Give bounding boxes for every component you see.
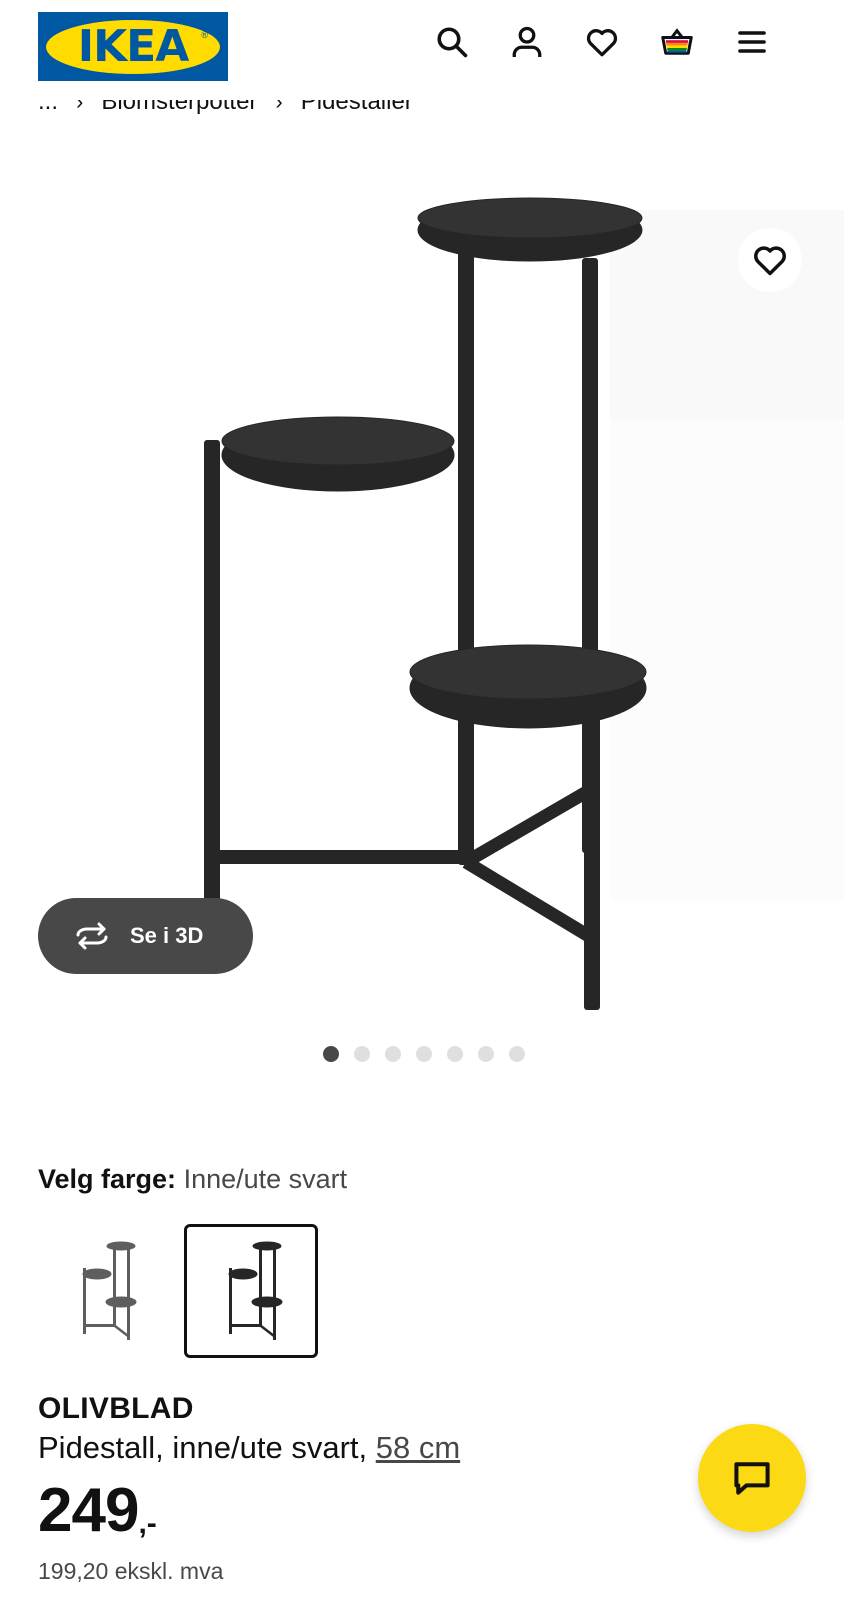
product-image <box>204 197 844 1010</box>
gallery-dot-7[interactable] <box>509 1046 525 1062</box>
product-size-link[interactable]: 58 cm <box>376 1430 460 1465</box>
price-excl-vat: 199,20 ekskl. mva <box>38 1558 224 1584</box>
product-name: OLIVBLAD <box>38 1392 194 1425</box>
gallery-dot-6[interactable] <box>478 1046 494 1062</box>
color-swatch-grey[interactable] <box>38 1224 172 1358</box>
swatch-thumbnail-black <box>228 1241 283 1340</box>
chat-button[interactable] <box>698 1424 806 1532</box>
account-icon[interactable] <box>507 22 547 62</box>
wishlist-heart-icon[interactable] <box>582 22 622 62</box>
color-swatch-black[interactable] <box>184 1224 318 1358</box>
chat-bubble-icon <box>734 1462 770 1495</box>
color-selector-heading: Velg farge: Inne/ute svart <box>38 1164 347 1195</box>
rotate-3d-icon <box>76 922 108 950</box>
gallery-dot-4[interactable] <box>416 1046 432 1062</box>
price-suffix: ,- <box>138 1507 157 1540</box>
color-label: Velg farge: <box>38 1164 177 1194</box>
breadcrumb-ellipsis[interactable]: ... <box>38 100 58 116</box>
swatch-thumbnail-grey <box>82 1241 137 1340</box>
breadcrumb-item-blomsterpotter[interactable]: Blomsterpotter <box>101 100 257 116</box>
product-gallery[interactable] <box>0 140 844 1020</box>
view-in-3d-label: Se i 3D <box>130 923 204 948</box>
chevron-right-icon: › <box>76 100 84 114</box>
product-description-text: Pidestall, inne/ute svart, <box>38 1430 376 1465</box>
logo-text: IKEA <box>77 21 190 72</box>
breadcrumb: ... › Blomsterpotter › Pidestaller <box>38 100 413 132</box>
gallery-dot-5[interactable] <box>447 1046 463 1062</box>
color-value: Inne/ute svart <box>183 1164 348 1194</box>
view-in-3d-button[interactable]: Se i 3D <box>38 898 253 974</box>
gallery-dot-2[interactable] <box>354 1046 370 1062</box>
price-integer: 249 <box>38 1476 139 1545</box>
gallery-dot-3[interactable] <box>385 1046 401 1062</box>
product-description: Pidestall, inne/ute svart, 58 cm <box>38 1430 460 1466</box>
gallery-dot-1[interactable] <box>323 1046 339 1062</box>
product-price: 249 ,- <box>38 1478 157 1544</box>
logo-ellipse: IKEA ® <box>46 19 220 74</box>
color-swatches <box>38 1224 318 1358</box>
site-header: IKEA ® <box>0 0 844 100</box>
breadcrumb-item-pidestaller[interactable]: Pidestaller <box>301 100 413 116</box>
logo-registered-mark: ® <box>201 29 208 40</box>
chevron-right-icon: › <box>275 100 283 114</box>
menu-icon[interactable] <box>732 22 772 62</box>
gallery-pagination <box>0 1046 844 1062</box>
search-icon[interactable] <box>432 22 472 62</box>
basket-icon[interactable] <box>657 22 697 62</box>
add-to-wishlist-button[interactable] <box>738 228 802 292</box>
ikea-logo[interactable]: IKEA ® <box>38 12 228 81</box>
heart-icon <box>754 246 786 276</box>
